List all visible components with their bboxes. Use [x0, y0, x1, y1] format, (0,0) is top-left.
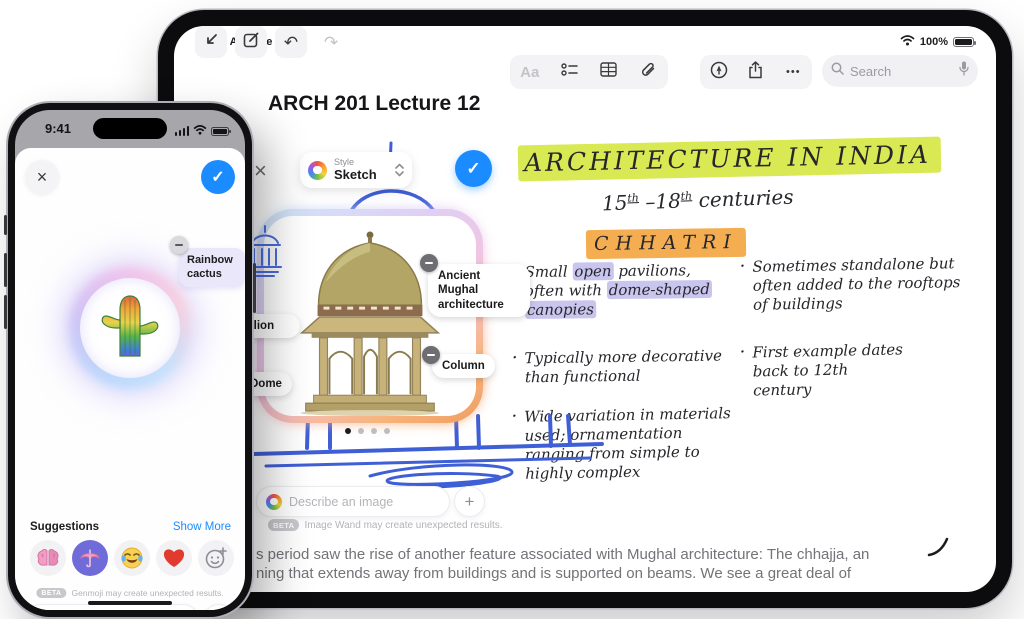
beta-badge: BETA	[268, 519, 300, 531]
suggestions-title: Suggestions	[30, 521, 100, 533]
search-field[interactable]	[822, 55, 978, 87]
volume-down-button	[4, 295, 7, 329]
iphone-device: 9:41 × ✓ Rainbow cactus Suggestions Show…	[4, 103, 256, 617]
suggestions-row	[30, 540, 234, 576]
image-wand-beta-note: BETA Image Wand may create unexpected re…	[268, 519, 503, 531]
checkmark-icon: ✓	[466, 158, 481, 178]
compose-button[interactable]	[235, 26, 267, 58]
paragraph-line: s period saw the rise of another feature…	[256, 546, 870, 563]
more-button[interactable]: •••	[777, 66, 809, 78]
checkmark-icon: ✓	[211, 169, 225, 186]
home-indicator[interactable]	[88, 601, 172, 605]
add-image-button[interactable]: +	[454, 486, 485, 517]
wifi-icon	[193, 122, 207, 140]
dynamic-island	[93, 118, 167, 139]
remove-tag-button[interactable]	[420, 254, 438, 272]
remove-tag-button[interactable]	[422, 346, 440, 364]
tag-ancient-mughal[interactable]: Ancient Mughal architecture	[428, 264, 530, 318]
pencil-tip-circle-icon	[710, 61, 728, 84]
iphone-genmoji-sheet: 9:41 × ✓ Rainbow cactus Suggestions Show…	[15, 110, 245, 610]
handwritten-section-title: CHHATRI	[585, 227, 747, 260]
compose-icon	[243, 31, 260, 53]
battery-icon	[953, 37, 976, 47]
umbrella-genmoji[interactable]	[72, 540, 108, 576]
cellular-signal-icon	[174, 126, 189, 136]
search-icon	[831, 62, 844, 80]
note-bullet: · First example dates back to 12th centur…	[739, 340, 904, 400]
describe-image-input[interactable]	[289, 494, 440, 509]
iphone-status-icons	[174, 122, 231, 140]
image-wand-close-button[interactable]: ×	[254, 158, 267, 184]
close-icon: ×	[254, 158, 267, 183]
marketing-canvas: 9:41 AMTue Apr 1 100% ↶ ↷ Aa	[0, 0, 1024, 619]
style-picker[interactable]: Style Sketch	[300, 152, 412, 188]
ipad-notes-app: 9:41 AMTue Apr 1 100% ↶ ↷ Aa	[174, 26, 996, 592]
show-more-link[interactable]: Show More	[173, 521, 231, 533]
genmoji-attribute-label[interactable]: Rainbow cactus	[179, 248, 245, 287]
ellipsis-icon: •••	[786, 66, 801, 78]
checklist-icon	[561, 62, 578, 82]
redo-icon: ↷	[323, 32, 339, 52]
note-title: ARCH 201 Lecture 12	[268, 92, 481, 115]
actions-toolbar-group: •••	[700, 55, 812, 89]
table-button[interactable]	[593, 62, 625, 82]
wifi-icon	[900, 35, 915, 49]
typed-paragraph: s period saw the rise of another feature…	[256, 545, 996, 583]
share-button[interactable]	[740, 60, 772, 84]
new-genmoji-button[interactable]	[198, 540, 234, 576]
people-genmoji-button[interactable]	[203, 604, 235, 610]
mic-icon	[959, 61, 969, 81]
red-heart-emoji[interactable]	[156, 540, 192, 576]
battery-icon	[211, 126, 231, 136]
remove-genmoji-attribute-button[interactable]	[170, 236, 188, 254]
paperclip-icon	[640, 62, 656, 83]
power-button	[253, 263, 256, 313]
formatting-toolbar-group: Aa	[510, 55, 668, 89]
checklist-button[interactable]	[553, 62, 585, 82]
tag-column[interactable]: Column	[432, 354, 495, 379]
search-input[interactable]	[850, 63, 953, 79]
attach-button[interactable]	[632, 62, 664, 83]
note-bullet: · Sometimes standalone but often added to…	[739, 254, 961, 314]
paragraph-line: ning that extends away from buildings an…	[256, 565, 852, 582]
plus-icon: +	[464, 491, 475, 511]
describe-image-field[interactable]	[256, 486, 450, 517]
volume-up-button	[4, 253, 7, 287]
apple-intelligence-icon	[308, 160, 327, 180]
style-value: Sketch	[334, 166, 377, 182]
note-bullet: · Small open pavilions, often with dome-…	[512, 261, 713, 319]
iphone-clock: 9:41	[45, 121, 72, 136]
text-format-button[interactable]: Aa	[514, 64, 546, 81]
brain-emoji[interactable]	[30, 540, 66, 576]
genmoji-close-button[interactable]: ×	[25, 160, 59, 194]
ipad-device: 9:41 AMTue Apr 1 100% ↶ ↷ Aa	[158, 10, 1012, 608]
handwritten-subheading: 15th –18th centuries	[601, 184, 794, 216]
ipad-status-bar-right: 100%	[900, 35, 976, 49]
rainbow-cactus-genmoji[interactable]	[100, 294, 160, 362]
genmoji-beta-note: BETA Genmoji may create unexpected resul…	[36, 588, 224, 598]
mute-switch	[4, 215, 7, 235]
battery-percent: 100%	[919, 36, 948, 48]
table-icon	[600, 62, 617, 82]
collapse-arrows-icon	[203, 32, 219, 53]
close-icon: ×	[36, 166, 48, 187]
share-icon	[748, 60, 763, 84]
exit-markup-button[interactable]	[195, 26, 227, 58]
laughing-crying-emoji[interactable]	[114, 540, 150, 576]
genmoji-accept-button[interactable]: ✓	[201, 160, 235, 194]
undo-button[interactable]: ↶	[275, 26, 307, 58]
apple-intelligence-icon	[266, 493, 282, 510]
page-curl-indicator[interactable]	[926, 534, 952, 560]
handwritten-heading: ARCHITECTURE IN INDIA	[517, 136, 942, 182]
markup-button[interactable]	[703, 61, 735, 84]
undo-icon: ↶	[283, 32, 299, 52]
beta-badge: BETA	[36, 588, 67, 598]
note-bullet: · Typically more decorative than function…	[511, 346, 723, 387]
chevron-up-down-icon	[395, 163, 404, 177]
redo-button[interactable]: ↷	[315, 26, 347, 58]
image-pager-dots[interactable]	[345, 428, 390, 434]
image-wand-accept-button[interactable]: ✓	[455, 150, 492, 187]
genmoji-sheet: × ✓ Rainbow cactus Suggestions Show More…	[15, 148, 245, 610]
